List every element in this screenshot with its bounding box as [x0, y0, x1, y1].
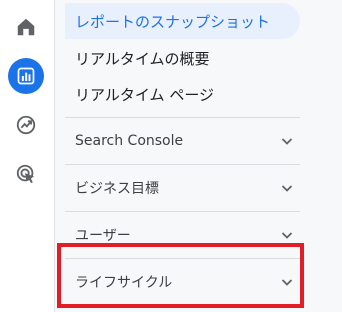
nav-item-realtime-overview[interactable]: リアルタイムの概要	[65, 40, 300, 76]
chevron-down-icon	[280, 134, 294, 148]
section-user[interactable]: ユーザー	[65, 215, 300, 255]
section-label: ビジネス目標	[75, 181, 159, 197]
divider	[65, 211, 300, 212]
nav-item-realtime-pages[interactable]: リアルタイム ページ	[65, 76, 300, 112]
section-label: ユーザー	[75, 228, 131, 244]
advertising-icon	[16, 164, 35, 184]
chevron-down-icon	[280, 228, 294, 242]
divider	[65, 164, 300, 165]
explore-button[interactable]	[8, 107, 44, 143]
chevron-down-icon	[280, 275, 294, 289]
section-label: ライフサイクル	[75, 275, 173, 291]
home-icon	[17, 18, 35, 36]
home-button[interactable]	[8, 9, 44, 45]
reports-button[interactable]	[8, 58, 44, 94]
explore-icon	[16, 115, 36, 135]
reports-icon	[17, 67, 35, 85]
divider	[65, 117, 300, 118]
nav-item-label: リアルタイム ページ	[75, 85, 215, 104]
nav-item-reports-snapshot[interactable]: レポートのスナップショット	[65, 3, 300, 39]
reports-nav-panel: レポートのスナップショット リアルタイムの概要 リアルタイム ページ Searc…	[55, 0, 342, 312]
advertising-button[interactable]	[8, 156, 44, 192]
nav-item-label: リアルタイムの概要	[75, 49, 210, 68]
divider	[65, 258, 300, 259]
section-business-objectives[interactable]: ビジネス目標	[65, 168, 300, 208]
section-search-console[interactable]: Search Console	[65, 121, 300, 161]
section-label: Search Console	[75, 133, 184, 149]
chevron-down-icon	[280, 181, 294, 195]
section-lifecycle[interactable]: ライフサイクル	[65, 262, 300, 302]
nav-item-label: レポートのスナップショット	[75, 12, 271, 31]
navigation-rail	[0, 0, 54, 312]
